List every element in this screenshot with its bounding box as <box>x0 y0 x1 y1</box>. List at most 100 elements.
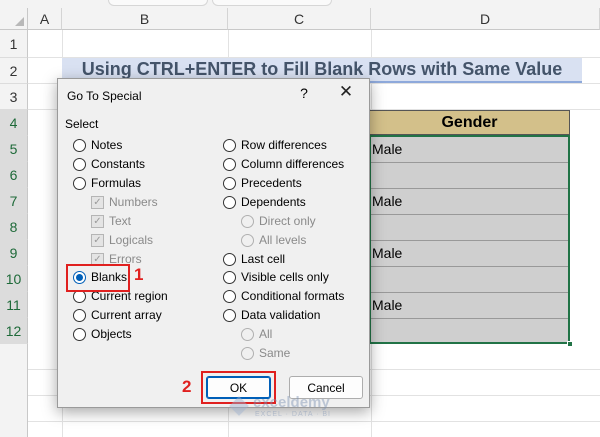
highlight-box-blanks <box>66 264 130 292</box>
radio-icon[interactable] <box>73 327 86 341</box>
gender-cell[interactable]: Male <box>372 240 402 266</box>
gender-cell[interactable]: Male <box>372 188 402 214</box>
select-all-corner[interactable] <box>0 8 28 30</box>
option-label: Objects <box>91 327 132 341</box>
row-header-11[interactable]: 11 <box>0 292 28 318</box>
watermark-name: exceldemy <box>253 394 330 411</box>
cell-divider <box>371 318 568 319</box>
row-header-6[interactable]: 6 <box>0 162 28 188</box>
radio-disabled-icon <box>241 327 254 341</box>
checkbox-icon: ✓ <box>91 233 104 247</box>
ribbon-tab-edge[interactable] <box>108 0 208 6</box>
option-label: Visible cells only <box>241 270 329 284</box>
option-dependents[interactable]: Dependents <box>223 194 306 210</box>
option-label: All levels <box>259 233 307 247</box>
option-label: Logicals <box>109 233 154 247</box>
checkbox-icon: ✓ <box>91 214 104 228</box>
exceldemy-watermark: exceldemy EXCEL · DATA · BI <box>229 394 331 418</box>
column-header-d[interactable]: D <box>371 8 600 30</box>
option-precedents[interactable]: Precedents <box>223 175 302 191</box>
gender-cell[interactable]: Male <box>372 136 402 162</box>
option-all-levels: All levels <box>241 232 306 248</box>
radio-disabled-icon <box>241 346 254 360</box>
go-to-special-dialog: Go To Special ? ✕ Select Notes Constants… <box>57 78 370 408</box>
gender-column-header[interactable]: Gender <box>369 110 570 135</box>
row-header-2[interactable]: 2 <box>0 58 28 84</box>
row-header-1[interactable]: 1 <box>0 30 28 58</box>
column-header-a[interactable]: A <box>28 8 62 30</box>
radio-icon[interactable] <box>223 270 236 284</box>
option-last-cell[interactable]: Last cell <box>223 251 285 267</box>
column-header-c[interactable]: C <box>228 8 371 30</box>
row-header-9[interactable]: 9 <box>0 240 28 266</box>
option-label: Same <box>259 346 291 360</box>
option-constants[interactable]: Constants <box>73 156 145 172</box>
watermark-tagline: EXCEL · DATA · BI <box>255 411 331 418</box>
fill-handle[interactable] <box>567 341 573 347</box>
option-same: Same <box>241 345 290 361</box>
radio-disabled-icon <box>241 233 254 247</box>
option-label: All <box>259 327 273 341</box>
option-label: Precedents <box>241 176 302 190</box>
radio-disabled-icon <box>241 214 254 228</box>
option-objects[interactable]: Objects <box>73 326 132 342</box>
option-current-array[interactable]: Current array <box>73 307 162 323</box>
radio-icon[interactable] <box>223 289 236 303</box>
select-group-label: Select <box>65 117 99 131</box>
radio-icon[interactable] <box>73 157 86 171</box>
option-label: Numbers <box>109 195 158 209</box>
option-formulas[interactable]: Formulas <box>73 175 141 191</box>
row-header-7[interactable]: 7 <box>0 188 28 214</box>
option-label: Direct only <box>259 214 316 228</box>
option-label: Formulas <box>91 176 142 190</box>
option-notes[interactable]: Notes <box>73 137 122 153</box>
option-column-differences[interactable]: Column differences <box>223 156 344 172</box>
cell-divider <box>371 162 568 163</box>
option-label: Row differences <box>241 138 327 152</box>
option-label: Constants <box>91 157 146 171</box>
radio-icon[interactable] <box>223 252 236 266</box>
option-numbers: ✓ Numbers <box>91 194 158 210</box>
option-data-validation[interactable]: Data validation <box>223 307 320 323</box>
ribbon-edge <box>0 0 600 8</box>
option-label: Notes <box>91 138 123 152</box>
dialog-title: Go To Special <box>67 89 142 103</box>
radio-icon[interactable] <box>223 176 236 190</box>
option-all: All <box>241 326 272 342</box>
option-logicals: ✓ Logicals <box>91 232 153 248</box>
step-1-badge: 1 <box>134 265 144 284</box>
radio-icon[interactable] <box>223 138 236 152</box>
radio-icon[interactable] <box>73 138 86 152</box>
close-icon[interactable]: ✕ <box>338 82 354 102</box>
ribbon-tab-edge[interactable] <box>212 0 332 6</box>
gridline <box>28 421 600 422</box>
option-text: ✓ Text <box>91 213 131 229</box>
option-row-differences[interactable]: Row differences <box>223 137 327 153</box>
cell-divider <box>371 266 568 267</box>
row-header-12[interactable]: 12 <box>0 318 28 344</box>
cell-divider <box>371 214 568 215</box>
exceldemy-logo-icon <box>229 396 249 416</box>
option-visible-cells-only[interactable]: Visible cells only <box>223 269 329 285</box>
step-2-badge: 2 <box>182 377 192 396</box>
column-header-b[interactable]: B <box>62 8 228 30</box>
gender-cell[interactable]: Male <box>372 292 402 318</box>
row-header-10[interactable]: 10 <box>0 266 28 292</box>
radio-icon[interactable] <box>223 195 236 209</box>
option-label: Column differences <box>241 157 345 171</box>
option-conditional-formats[interactable]: Conditional formats <box>223 288 344 304</box>
row-header-3[interactable]: 3 <box>0 84 28 110</box>
row-header-5[interactable]: 5 <box>0 136 28 162</box>
option-label: Conditional formats <box>241 289 345 303</box>
row-header-blank <box>0 344 28 437</box>
radio-icon[interactable] <box>223 157 236 171</box>
row-header-8[interactable]: 8 <box>0 214 28 240</box>
option-direct-only: Direct only <box>241 213 316 229</box>
radio-icon[interactable] <box>73 308 86 322</box>
help-button[interactable]: ? <box>296 85 312 101</box>
radio-icon[interactable] <box>223 308 236 322</box>
radio-icon[interactable] <box>73 176 86 190</box>
row-header-4[interactable]: 4 <box>0 110 28 136</box>
option-label: Last cell <box>241 252 286 266</box>
option-label: Dependents <box>241 195 306 209</box>
